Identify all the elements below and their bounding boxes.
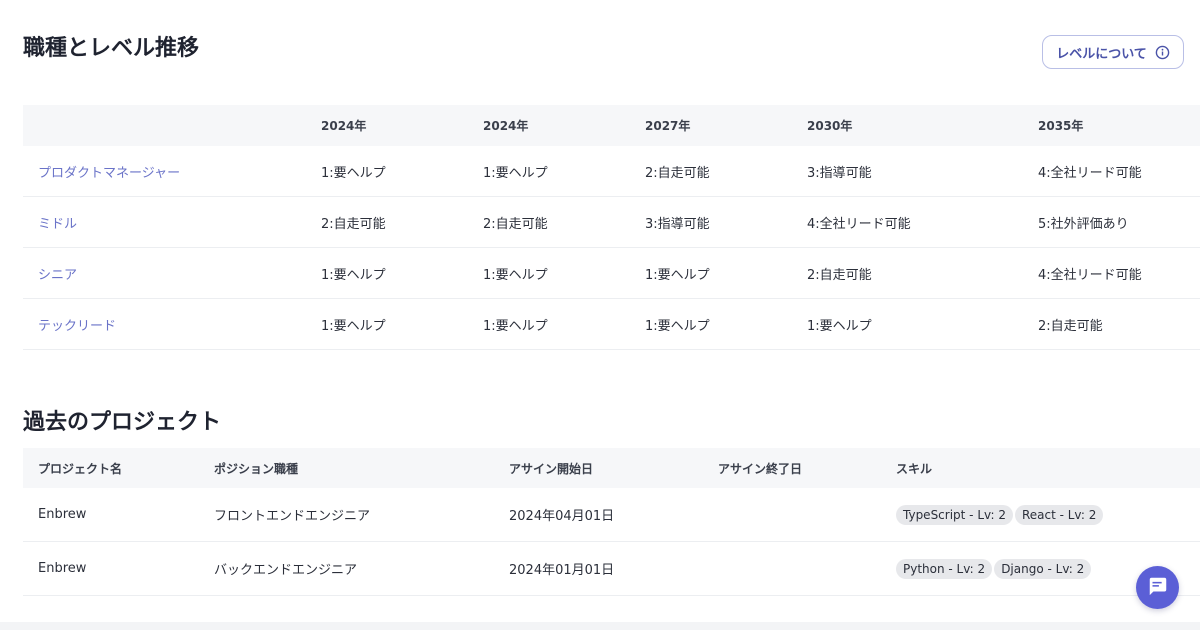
project-end-date [703, 488, 881, 542]
level-cell: 2:自走可能 [468, 196, 630, 248]
level-cell: 2:自走可能 [306, 196, 468, 248]
project-position: バックエンドエンジニア [199, 541, 494, 596]
role-link[interactable]: テックリード [38, 319, 116, 334]
level-cell: 2:自走可能 [792, 247, 1023, 299]
level-cell: 1:要ヘルプ [306, 298, 468, 350]
project-start-date: 2024年01月01日 [494, 541, 703, 596]
chat-icon [1147, 575, 1169, 601]
table-row: Enbrew フロントエンドエンジニア 2024年04月01日 TypeScri… [23, 488, 1200, 542]
role-link[interactable]: シニア [38, 268, 77, 283]
about-levels-label: レベルについて [1056, 46, 1147, 62]
level-col-year: 2027年 [630, 105, 792, 146]
level-cell: 1:要ヘルプ [792, 298, 1023, 350]
table-row: プロダクトマネージャー 1:要ヘルプ 1:要ヘルプ 2:自走可能 3:指導可能 … [23, 146, 1200, 197]
skill-chip: React - Lv: 2 [1014, 504, 1104, 525]
skill-chip: Django - Lv: 2 [994, 558, 1092, 579]
table-row: シニア 1:要ヘルプ 1:要ヘルプ 1:要ヘルプ 2:自走可能 4:全社リード可… [23, 247, 1200, 299]
level-cell: 3:指導可能 [630, 196, 792, 248]
level-cell: 1:要ヘルプ [630, 247, 792, 299]
project-table: プロジェクト名 ポジション職種 アサイン開始日 アサイン終了日 スキル Enbr… [23, 448, 1200, 596]
projects-section-title: 過去のプロジェクト [23, 410, 222, 435]
level-cell: 1:要ヘルプ [630, 298, 792, 350]
chat-button[interactable] [1136, 566, 1179, 609]
about-levels-button[interactable]: レベルについて [1042, 35, 1184, 69]
skill-chip: Python - Lv: 2 [896, 558, 993, 579]
page-footer-band [0, 622, 1200, 630]
level-col-year: 2030年 [792, 105, 1023, 146]
role-link[interactable]: プロダクトマネージャー [38, 166, 180, 181]
info-icon [1155, 45, 1170, 60]
level-cell: 1:要ヘルプ [306, 247, 468, 299]
level-cell: 5:社外評価あり [1023, 196, 1200, 248]
level-cell: 4:全社リード可能 [792, 196, 1023, 248]
role-link[interactable]: ミドル [38, 217, 77, 232]
project-table-header: プロジェクト名 ポジション職種 アサイン開始日 アサイン終了日 スキル [23, 448, 1200, 488]
table-row: ミドル 2:自走可能 2:自走可能 3:指導可能 4:全社リード可能 5:社外評… [23, 196, 1200, 248]
level-col-role [23, 105, 306, 146]
level-cell: 1:要ヘルプ [306, 146, 468, 197]
level-cell: 4:全社リード可能 [1023, 247, 1200, 299]
project-name: Enbrew [23, 488, 199, 542]
level-cell: 1:要ヘルプ [468, 247, 630, 299]
skill-chip: TypeScript - Lv: 2 [896, 504, 1013, 525]
project-col-end: アサイン終了日 [703, 448, 881, 488]
project-start-date: 2024年04月01日 [494, 488, 703, 542]
table-row: テックリード 1:要ヘルプ 1:要ヘルプ 1:要ヘルプ 1:要ヘルプ 2:自走可… [23, 298, 1200, 350]
level-cell: 3:指導可能 [792, 146, 1023, 197]
level-cell: 1:要ヘルプ [468, 146, 630, 197]
level-cell: 2:自走可能 [1023, 298, 1200, 350]
table-row: Enbrew バックエンドエンジニア 2024年01月01日 Python - … [23, 541, 1200, 596]
level-table: 2024年 2024年 2027年 2030年 2035年 プロダクトマネージャ… [23, 105, 1200, 350]
level-table-header: 2024年 2024年 2027年 2030年 2035年 [23, 105, 1200, 146]
project-end-date [703, 541, 881, 596]
levels-section-title: 職種とレベル推移 [23, 36, 200, 61]
project-col-position: ポジション職種 [199, 448, 494, 488]
project-col-skills: スキル [881, 448, 1200, 488]
project-col-name: プロジェクト名 [23, 448, 199, 488]
project-skills: TypeScript - Lv: 2 React - Lv: 2 [881, 488, 1200, 542]
level-col-year: 2024年 [306, 105, 468, 146]
project-name: Enbrew [23, 541, 199, 596]
project-position: フロントエンドエンジニア [199, 488, 494, 542]
level-col-year: 2024年 [468, 105, 630, 146]
level-cell: 4:全社リード可能 [1023, 146, 1200, 197]
level-cell: 1:要ヘルプ [468, 298, 630, 350]
level-cell: 2:自走可能 [630, 146, 792, 197]
level-col-year: 2035年 [1023, 105, 1200, 146]
project-col-start: アサイン開始日 [494, 448, 703, 488]
